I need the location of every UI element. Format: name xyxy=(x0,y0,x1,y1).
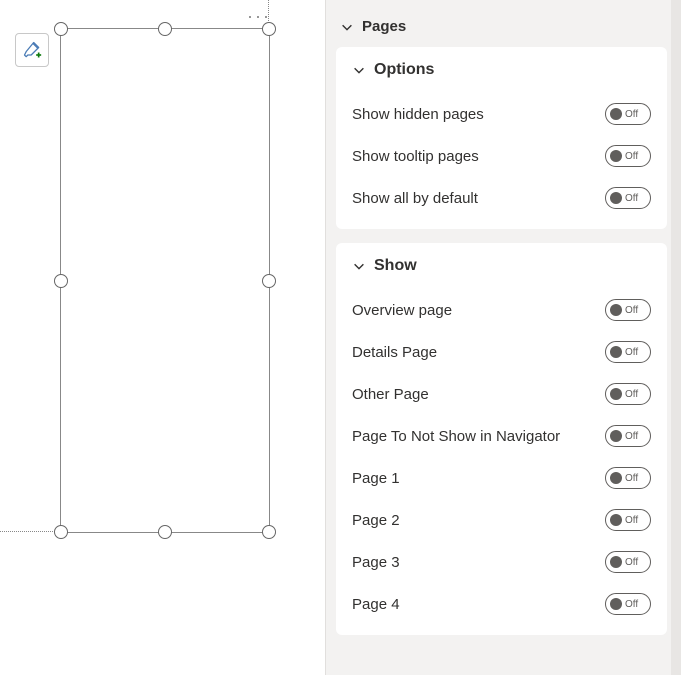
toggle-page-1[interactable]: Off xyxy=(605,467,651,489)
resize-handle-top-left[interactable] xyxy=(54,22,68,36)
canvas-area: ··· xyxy=(0,0,325,675)
show-row: Page 4 Off xyxy=(352,583,651,625)
option-label: Show tooltip pages xyxy=(352,148,605,165)
toggle-knob xyxy=(610,430,622,442)
show-label: Page 2 xyxy=(352,512,605,529)
options-card-header[interactable]: Options xyxy=(352,61,651,79)
toggle-state: Off xyxy=(625,515,638,526)
toggle-knob xyxy=(610,556,622,568)
toggle-show-all-default[interactable]: Off xyxy=(605,187,651,209)
toggle-details-page[interactable]: Off xyxy=(605,341,651,363)
toggle-knob xyxy=(610,304,622,316)
show-label: Page 3 xyxy=(352,554,605,571)
resize-handle-bottom-mid[interactable] xyxy=(158,525,172,539)
toggle-knob xyxy=(610,514,622,526)
option-row: Show hidden pages Off xyxy=(352,93,651,135)
options-card: Options Show hidden pages Off Show toolt… xyxy=(336,47,667,229)
show-row: Other Page Off xyxy=(352,373,651,415)
resize-handle-bottom-left[interactable] xyxy=(54,525,68,539)
toggle-state: Off xyxy=(625,347,638,358)
format-panel: Pages Options Show hidden pages Off Show… xyxy=(325,0,681,675)
show-label: Other Page xyxy=(352,386,605,403)
chevron-down-icon xyxy=(352,63,366,77)
toggle-state: Off xyxy=(625,599,638,610)
toggle-state: Off xyxy=(625,151,638,162)
resize-handle-mid-right[interactable] xyxy=(262,274,276,288)
toggle-state: Off xyxy=(625,431,638,442)
resize-handle-top-mid[interactable] xyxy=(158,22,172,36)
toggle-page-4[interactable]: Off xyxy=(605,593,651,615)
toggle-knob xyxy=(610,108,622,120)
visual-selection-box[interactable] xyxy=(60,28,270,533)
resize-handle-top-right[interactable] xyxy=(262,22,276,36)
toggle-other-page[interactable]: Off xyxy=(605,383,651,405)
show-row: Page 3 Off xyxy=(352,541,651,583)
options-card-title: Options xyxy=(374,61,434,79)
pages-section-title: Pages xyxy=(362,18,406,35)
show-row: Overview page Off xyxy=(352,289,651,331)
show-label: Details Page xyxy=(352,344,605,361)
toggle-state: Off xyxy=(625,473,638,484)
show-card-title: Show xyxy=(374,257,417,275)
show-row: Details Page Off xyxy=(352,331,651,373)
show-card: Show Overview page Off Details Page Off … xyxy=(336,243,667,635)
show-row: Page To Not Show in Navigator Off xyxy=(352,415,651,457)
toggle-state: Off xyxy=(625,305,638,316)
toggle-knob xyxy=(610,150,622,162)
toggle-state: Off xyxy=(625,109,638,120)
show-row: Page 1 Off xyxy=(352,457,651,499)
show-label: Page 1 xyxy=(352,470,605,487)
show-label: Page To Not Show in Navigator xyxy=(352,428,605,445)
chevron-down-icon xyxy=(340,20,354,34)
panel-scrollbar[interactable] xyxy=(671,0,681,675)
toggle-state: Off xyxy=(625,389,638,400)
toggle-overview-page[interactable]: Off xyxy=(605,299,651,321)
toggle-knob xyxy=(610,472,622,484)
toggle-state: Off xyxy=(625,557,638,568)
toggle-state: Off xyxy=(625,193,638,204)
resize-handle-mid-left[interactable] xyxy=(54,274,68,288)
option-label: Show all by default xyxy=(352,190,605,207)
paintbrush-icon xyxy=(22,40,42,60)
show-card-header[interactable]: Show xyxy=(352,257,651,275)
toggle-page-2[interactable]: Off xyxy=(605,509,651,531)
toggle-knob xyxy=(610,598,622,610)
toggle-page-not-show[interactable]: Off xyxy=(605,425,651,447)
toggle-page-3[interactable]: Off xyxy=(605,551,651,573)
show-row: Page 2 Off xyxy=(352,499,651,541)
chevron-down-icon xyxy=(352,259,366,273)
show-label: Page 4 xyxy=(352,596,605,613)
toggle-knob xyxy=(610,388,622,400)
resize-handle-bottom-right[interactable] xyxy=(262,525,276,539)
toggle-show-tooltip-pages[interactable]: Off xyxy=(605,145,651,167)
show-label: Overview page xyxy=(352,302,605,319)
option-row: Show all by default Off xyxy=(352,177,651,219)
toggle-knob xyxy=(610,192,622,204)
toggle-show-hidden-pages[interactable]: Off xyxy=(605,103,651,125)
toggle-knob xyxy=(610,346,622,358)
option-label: Show hidden pages xyxy=(352,106,605,123)
format-paint-button[interactable] xyxy=(15,33,49,67)
pages-section-header[interactable]: Pages xyxy=(336,8,677,47)
option-row: Show tooltip pages Off xyxy=(352,135,651,177)
